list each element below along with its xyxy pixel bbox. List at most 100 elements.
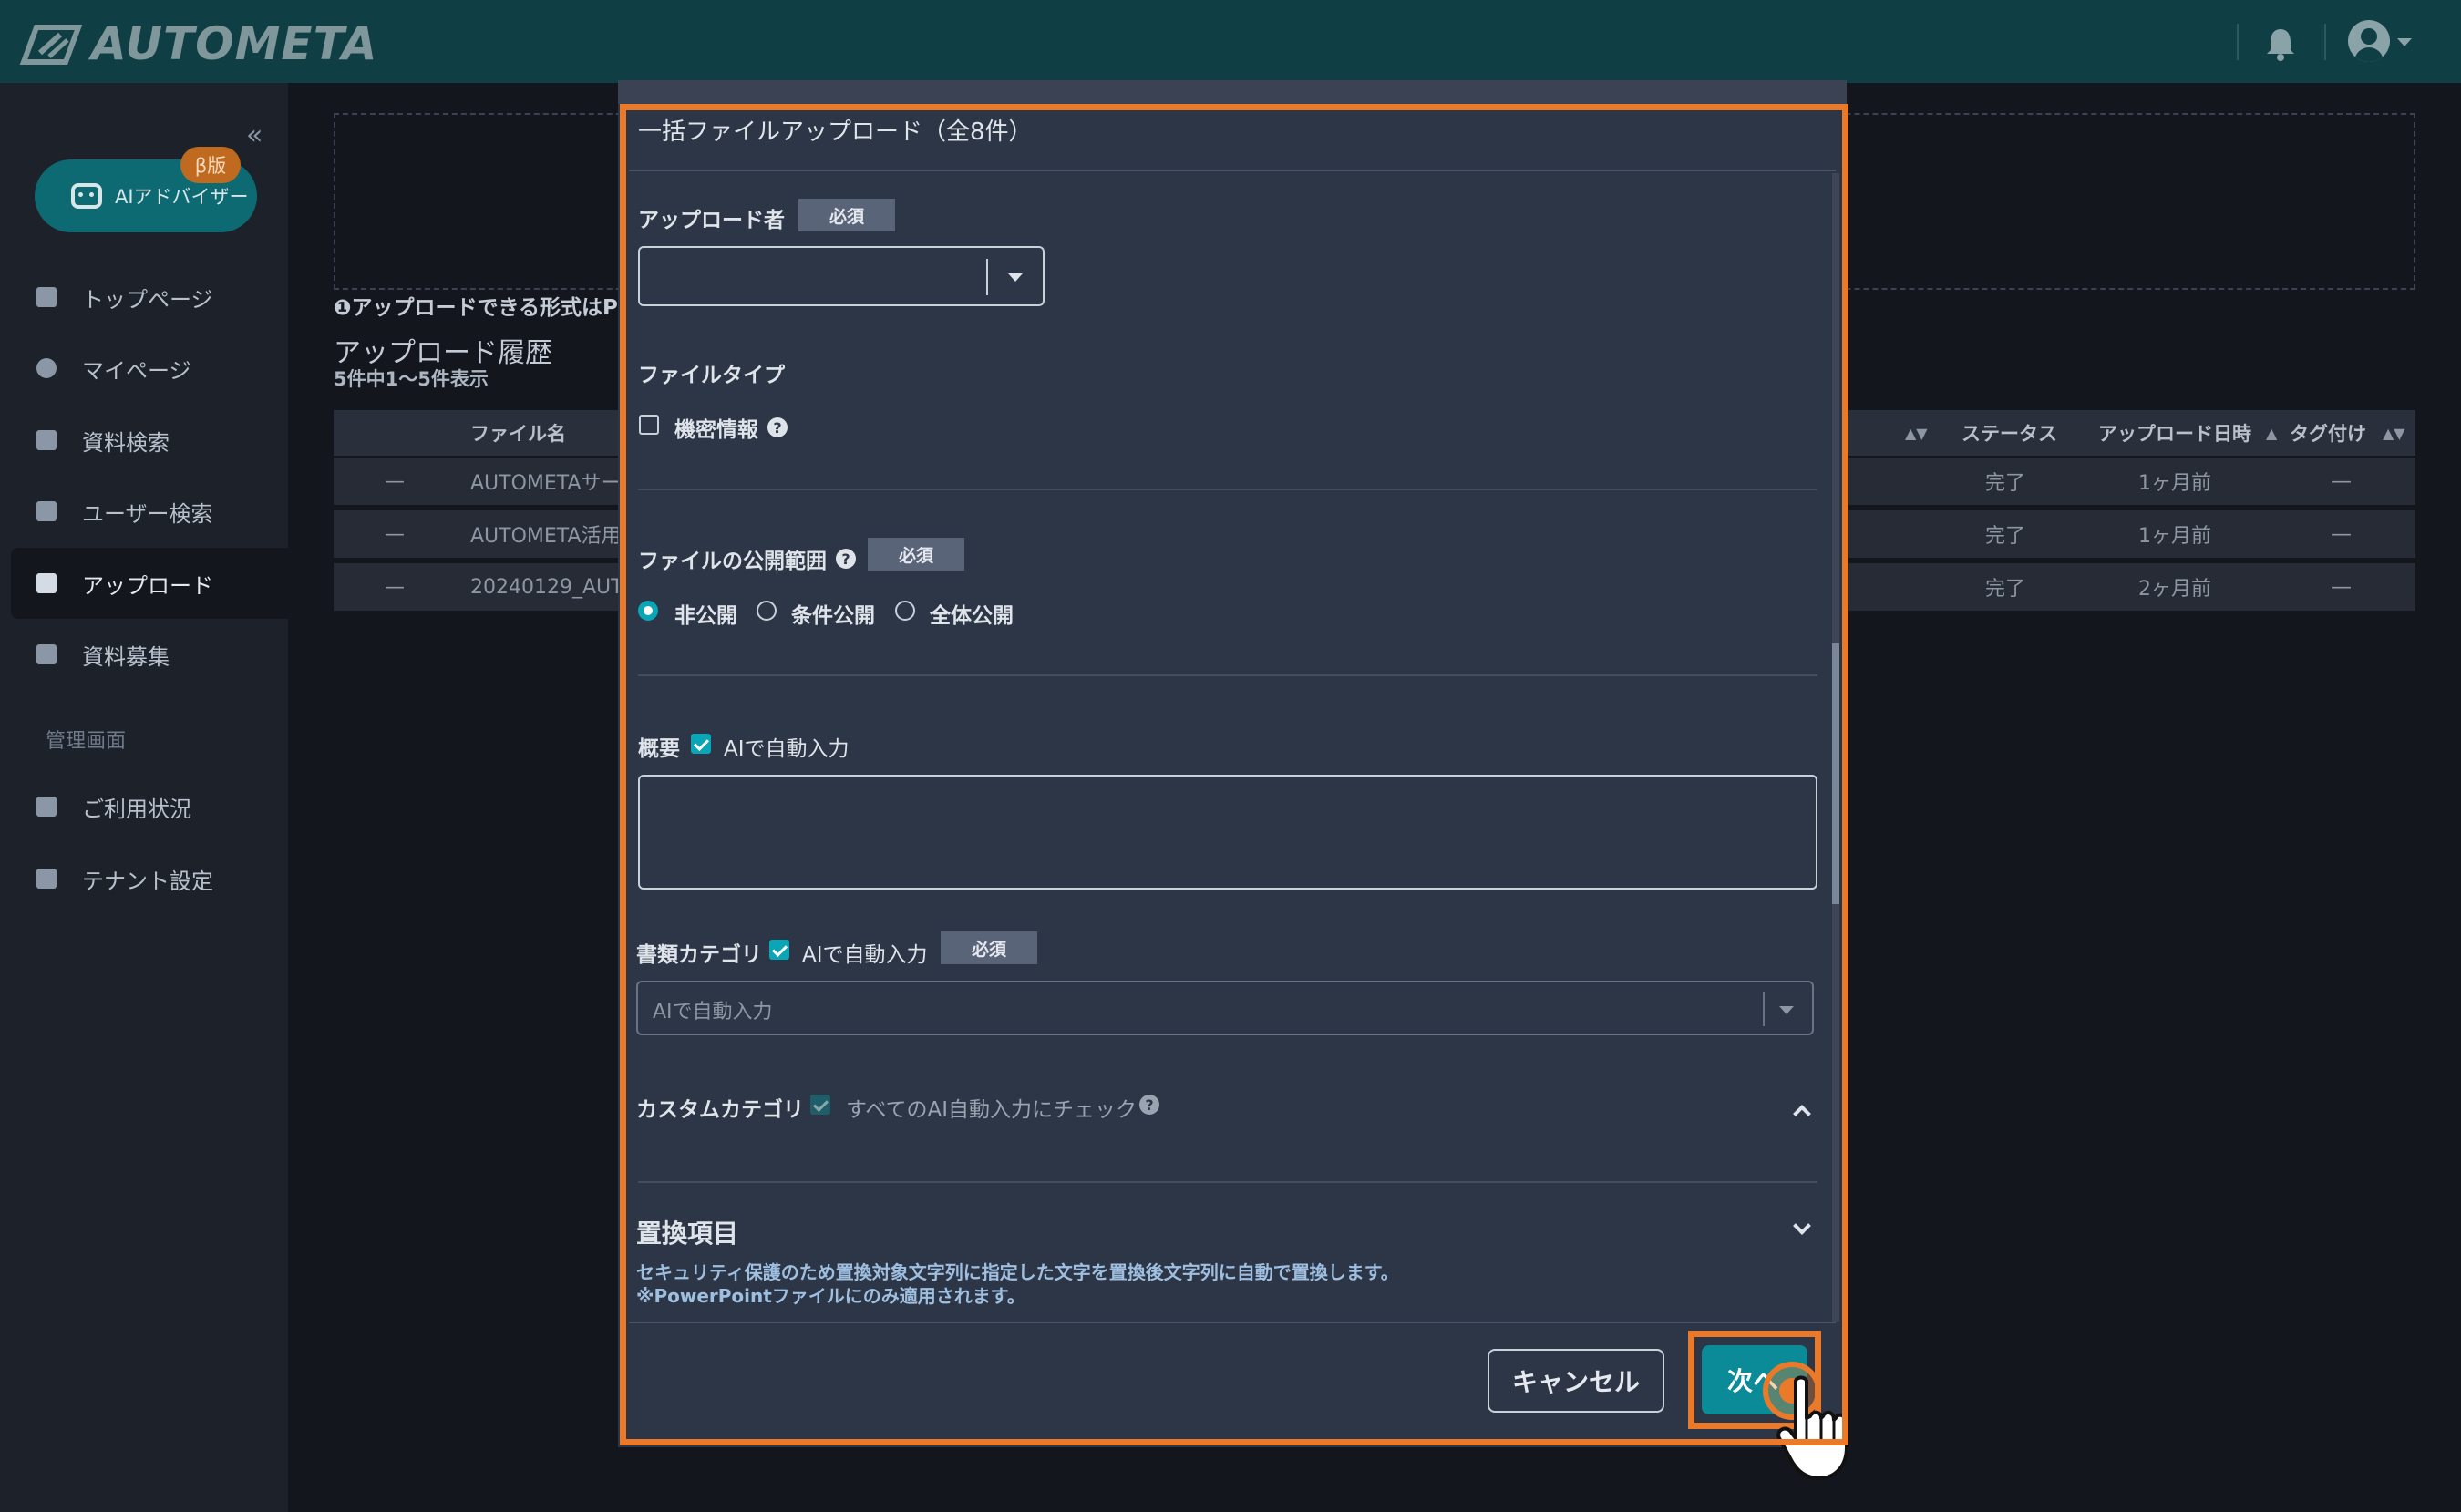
- sidebar-item-label: 資料検索: [82, 429, 170, 456]
- replace-section-title: 置換項目: [636, 1219, 739, 1249]
- ai-advisor-label: AIアドバイザー: [115, 186, 249, 208]
- row-status: 完了: [1985, 525, 2026, 548]
- row-file-name[interactable]: AUTOMETA活用: [470, 510, 622, 558]
- row-select: —: [385, 575, 405, 599]
- chevron-down-icon[interactable]: [1779, 1006, 1794, 1014]
- summary-ai-label[interactable]: AIで自動入力: [724, 731, 850, 762]
- column-upload-date[interactable]: アップロード日時: [2098, 410, 2251, 456]
- app-logo[interactable]: AUTOMETA: [15, 15, 378, 73]
- modal-scrollbar-thumb[interactable]: [1832, 643, 1839, 904]
- uploader-select[interactable]: [638, 246, 1045, 306]
- row-select: —: [385, 522, 405, 546]
- required-badge: 必須: [868, 538, 965, 571]
- section-divider: [638, 674, 1817, 676]
- home-icon: [36, 287, 57, 307]
- replace-description: セキュリティ保護のため置換対象文字列に指定した文字を置換後文字列に自動で置換しま…: [636, 1261, 1399, 1283]
- admin-section-label: 管理画面: [46, 730, 127, 753]
- topbar-divider: [2324, 24, 2326, 60]
- row-file-name[interactable]: 20240129_AUT: [470, 563, 623, 611]
- upload-history-count: 5件中1〜5件表示: [334, 368, 489, 390]
- column-tagging[interactable]: タグ付け: [2290, 410, 2366, 456]
- summary-textarea[interactable]: [638, 775, 1817, 890]
- scope-option-private[interactable]: 非公開: [674, 598, 737, 629]
- sidebar-item-label: トップページ: [82, 286, 213, 313]
- row-tagging: —: [2332, 575, 2352, 599]
- bell-icon[interactable]: [2262, 26, 2299, 62]
- sidebar-item-my-page[interactable]: マイページ: [11, 333, 288, 404]
- confidential-label: 機密情報 ?: [674, 412, 788, 443]
- help-icon[interactable]: ?: [836, 549, 856, 569]
- topbar-divider: [2237, 24, 2239, 60]
- scope-radio-public[interactable]: [895, 601, 915, 621]
- sidebar-item-label: マイページ: [82, 357, 191, 384]
- row-upload-date: 2ヶ月前: [2138, 578, 2211, 601]
- tenant-settings-icon: [36, 869, 57, 889]
- required-badge: 必須: [798, 199, 896, 231]
- sidebar-item-label: テナント設定: [82, 868, 213, 894]
- upload-format-note: ❶アップロードできる形式はP: [334, 296, 618, 320]
- user-icon: [36, 358, 57, 378]
- sidebar-item-label: ご利用状況: [82, 796, 191, 822]
- section-divider: [638, 1181, 1817, 1183]
- sidebar-item-tenant-settings[interactable]: テナント設定: [11, 843, 288, 914]
- document-search-icon: [36, 430, 57, 450]
- column-status[interactable]: ステータス: [1962, 410, 2057, 456]
- sort-asc-icon[interactable]: ▲: [2257, 410, 2277, 456]
- modal-title-divider: [629, 170, 1836, 171]
- scope-option-public[interactable]: 全体公開: [930, 598, 1014, 629]
- scope-label: ファイルの公開範囲 ?: [638, 543, 856, 574]
- chevron-down-icon[interactable]: [1008, 273, 1023, 282]
- help-icon[interactable]: ?: [767, 417, 788, 437]
- file-type-label: ファイルタイプ: [638, 364, 785, 387]
- confidential-label-text: 機密情報: [674, 418, 758, 442]
- sidebar-item-top-page[interactable]: トップページ: [11, 262, 288, 333]
- beta-badge: β版: [180, 147, 241, 183]
- row-status: 完了: [1985, 578, 2026, 601]
- category-select-placeholder: AIで自動入力: [653, 1001, 773, 1023]
- sidebar: « AIアドバイザー β版 トップページ マイページ 資料検索 ユーザー検索 ア…: [0, 83, 288, 1512]
- app-name: AUTOMETA: [91, 17, 378, 70]
- check-all-ai-label[interactable]: すべてのAI自動入力にチェック: [846, 1092, 1137, 1123]
- sidebar-item-label: ユーザー検索: [82, 500, 213, 527]
- logo-icon: [19, 25, 83, 65]
- user-avatar-icon[interactable]: [2348, 20, 2390, 62]
- help-icon[interactable]: ?: [1139, 1095, 1159, 1115]
- select-separator: [1763, 992, 1765, 1026]
- usage-icon: [36, 797, 57, 817]
- category-select[interactable]: AIで自動入力: [636, 981, 1814, 1035]
- sidebar-item-document-search[interactable]: 資料検索: [11, 405, 288, 476]
- robot-icon: [71, 183, 102, 209]
- column-file-name[interactable]: ファイル名: [470, 410, 566, 456]
- scope-radio-conditional[interactable]: [757, 601, 777, 621]
- sidebar-item-user-search[interactable]: ユーザー検索: [11, 476, 288, 547]
- collapse-sidebar-icon[interactable]: «: [246, 119, 263, 151]
- sort-icon[interactable]: ▲▼: [1896, 410, 1928, 456]
- summary-ai-checkbox[interactable]: [691, 734, 711, 754]
- category-ai-checkbox[interactable]: [769, 940, 789, 960]
- scope-label-text: ファイルの公開範囲: [638, 550, 827, 573]
- sidebar-item-upload[interactable]: アップロード: [11, 548, 288, 619]
- modal-title: 一括ファイルアップロード（全8件）: [638, 118, 1033, 146]
- scope-radio-private[interactable]: [638, 601, 658, 621]
- scope-option-conditional[interactable]: 条件公開: [791, 598, 875, 629]
- summary-label: 概要: [638, 737, 680, 761]
- row-file-name[interactable]: AUTOMETAサー: [470, 458, 622, 505]
- select-separator: [986, 259, 988, 295]
- category-ai-label[interactable]: AIで自動入力: [802, 937, 928, 968]
- pointer-hand-icon: [1776, 1375, 1848, 1480]
- chevron-down-icon[interactable]: [2397, 38, 2412, 46]
- row-upload-date: 1ヶ月前: [2138, 472, 2211, 495]
- category-label: 書類カテゴリ: [636, 943, 762, 967]
- sidebar-item-label: 資料募集: [82, 643, 170, 670]
- user-search-icon: [36, 501, 57, 521]
- sidebar-item-usage[interactable]: ご利用状況: [11, 771, 288, 842]
- cancel-button[interactable]: キャンセル: [1488, 1349, 1664, 1413]
- confidential-checkbox[interactable]: [639, 415, 659, 435]
- sidebar-item-document-request[interactable]: 資料募集: [11, 619, 288, 690]
- replace-note: ※PowerPointファイルにのみ適用されます。: [636, 1285, 1025, 1307]
- sort-icon[interactable]: ▲▼: [2373, 410, 2405, 456]
- custom-category-label: カスタムカテゴリ: [636, 1098, 804, 1122]
- upload-icon: [36, 573, 57, 593]
- modal-top-strip: [618, 80, 1847, 104]
- check-all-ai-checkbox[interactable]: [810, 1095, 830, 1115]
